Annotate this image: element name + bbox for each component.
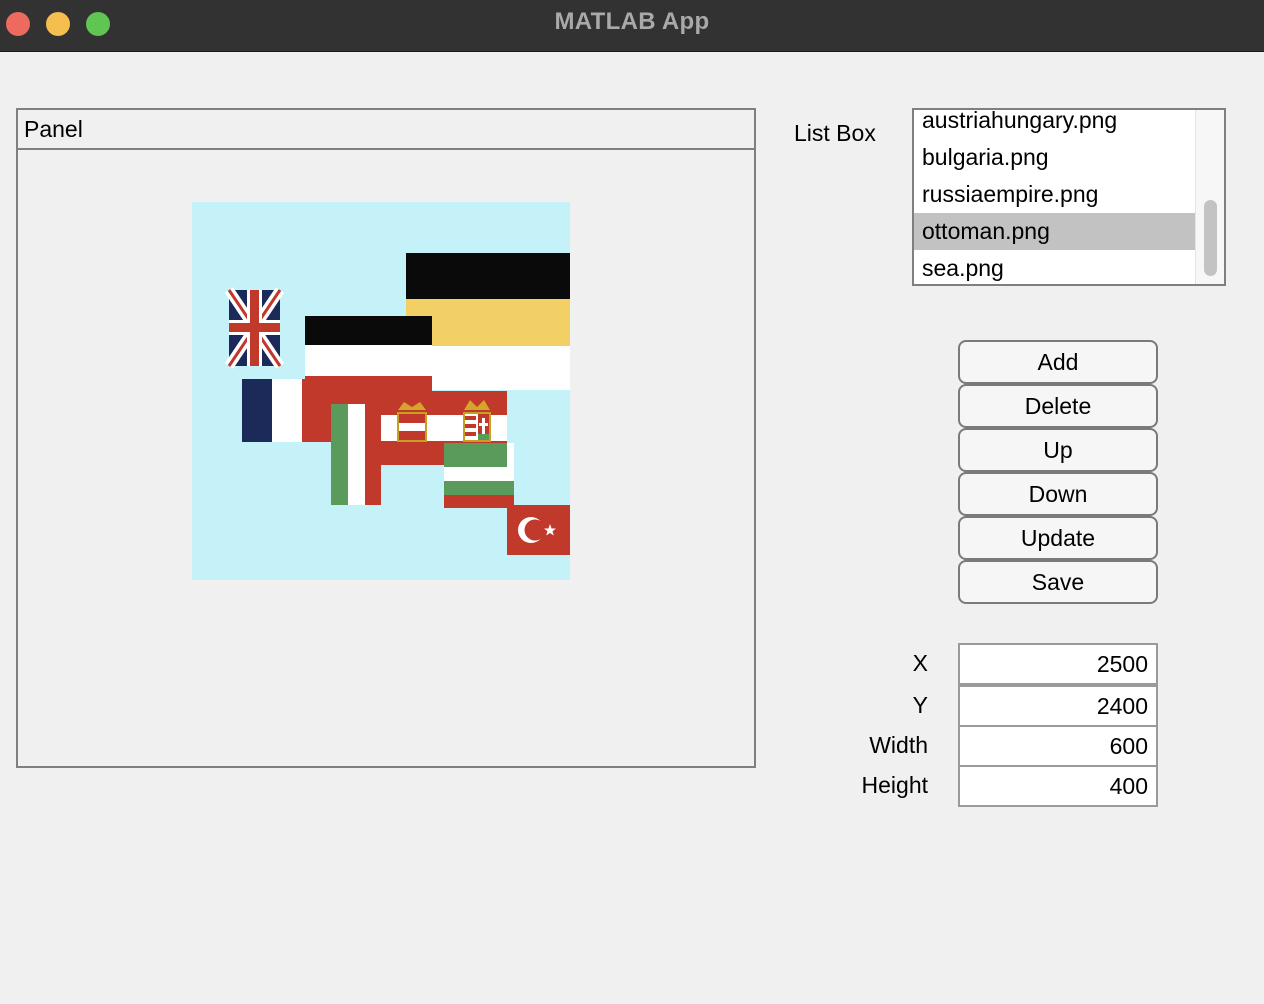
map-canvas: [192, 202, 570, 580]
list-box-label: List Box: [794, 120, 876, 146]
title-bar: MATLAB App: [0, 0, 1264, 52]
panel: Panel: [16, 108, 756, 768]
list-box-items: austriahungary.png bulgaria.png russiaem…: [914, 110, 1196, 284]
panel-title: Panel: [24, 116, 83, 142]
list-item-russiaempire[interactable]: russiaempire.png: [914, 176, 1196, 213]
down-button[interactable]: Down: [958, 472, 1158, 516]
list-box-scroll-thumb[interactable]: [1204, 200, 1217, 276]
app-window: MATLAB App Panel List Box austriahungary…: [0, 0, 1264, 1004]
uk-flag: [224, 287, 285, 369]
map-image: [192, 202, 570, 580]
list-box[interactable]: austriahungary.png bulgaria.png russiaem…: [912, 108, 1226, 286]
save-button[interactable]: Save: [958, 560, 1158, 604]
list-item-ottoman[interactable]: ottoman.png: [914, 213, 1196, 250]
up-button[interactable]: Up: [958, 428, 1158, 472]
y-field[interactable]: [958, 685, 1158, 727]
x-label: X: [912, 650, 928, 676]
list-item-bulgaria[interactable]: bulgaria.png: [914, 139, 1196, 176]
height-field[interactable]: [958, 765, 1158, 807]
panel-header: Panel: [18, 110, 754, 150]
add-button[interactable]: Add: [958, 340, 1158, 384]
italy-flag: [331, 404, 381, 505]
france-flag: [242, 379, 332, 442]
ottoman-flag: [507, 505, 570, 555]
delete-button[interactable]: Delete: [958, 384, 1158, 428]
list-box-scrollbar[interactable]: [1195, 110, 1224, 284]
window-title: MATLAB App: [554, 8, 710, 35]
list-item-sea[interactable]: sea.png: [914, 250, 1196, 284]
bulgaria-flag: [444, 443, 514, 508]
width-field[interactable]: [958, 725, 1158, 767]
y-label: Y: [912, 692, 928, 718]
x-field[interactable]: [958, 643, 1158, 685]
update-button[interactable]: Update: [958, 516, 1158, 560]
list-item-austriahungary[interactable]: austriahungary.png: [914, 110, 1196, 139]
height-label: Height: [861, 772, 928, 798]
width-label: Width: [869, 732, 928, 758]
